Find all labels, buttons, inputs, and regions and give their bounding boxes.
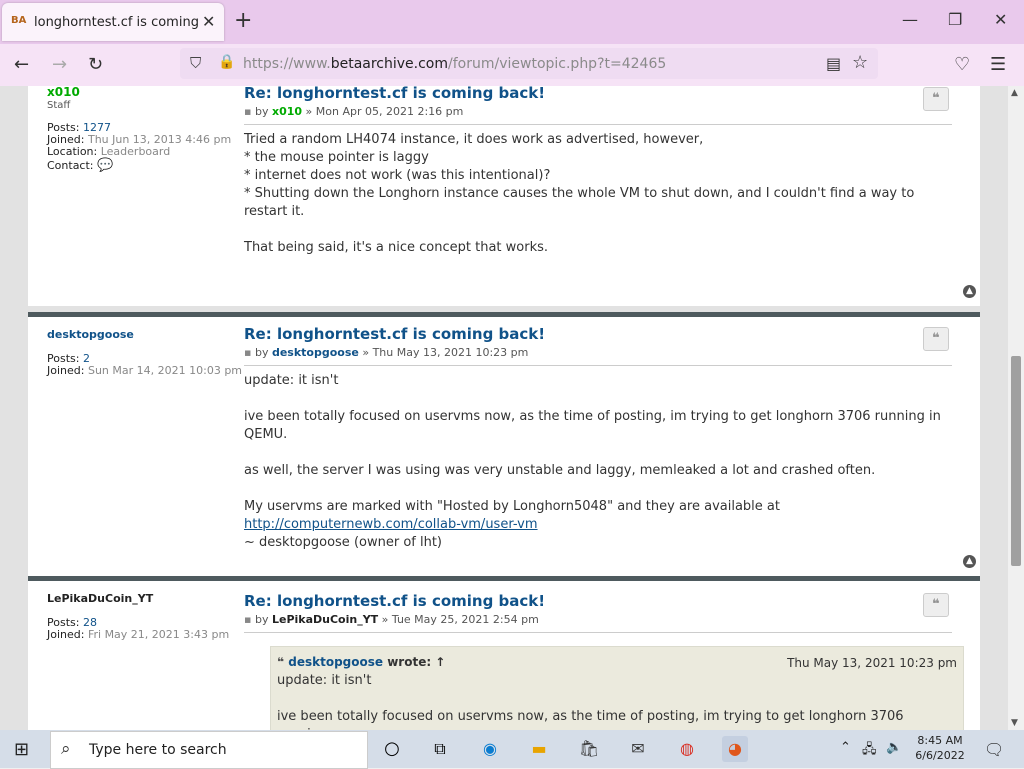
contact-icon[interactable]: 💬 <box>97 158 113 173</box>
new-tab-icon[interactable]: + <box>234 9 252 33</box>
post-content: Re: longhorntest.cf is coming back! ▪ by… <box>244 325 952 552</box>
scroll-up-icon[interactable]: ▲ <box>1011 88 1018 98</box>
post-content: Re: longhorntest.cf is coming back! ▪ by… <box>244 86 952 257</box>
post-author[interactable]: desktopgoose <box>272 346 359 359</box>
mail-icon[interactable]: ✉ <box>625 736 651 762</box>
task-view-icon[interactable]: ⧉ <box>427 736 453 762</box>
post-profile: LePikaDuCoin_YT Posts: 28 Joined: Fri Ma… <box>47 593 247 641</box>
username[interactable]: LePikaDuCoin_YT <box>47 593 247 605</box>
network-icon[interactable]: 🖧 <box>862 740 877 762</box>
post-meta: ▪ by x010 » Mon Apr 05, 2021 2:16 pm <box>244 105 952 125</box>
close-window-icon[interactable]: ✕ <box>994 10 1007 29</box>
post-lepikaducoin: LePikaDuCoin_YT Posts: 28 Joined: Fri Ma… <box>28 576 980 730</box>
post-x010: x010 Staff Posts: 1277 Joined: Thu Jun 1… <box>28 86 980 306</box>
user-rank: Staff <box>47 100 71 111</box>
pocket-icon[interactable]: ♡ <box>954 54 970 76</box>
url-text[interactable]: https://www.betaarchive.com/forum/viewto… <box>243 56 666 72</box>
location: Leaderboard <box>100 145 171 158</box>
back-to-top-icon[interactable]: ▲ <box>963 555 976 568</box>
notifications-icon[interactable]: 🗨 <box>984 740 1004 759</box>
joined-date: Sun Mar 14, 2021 10:03 pm <box>87 364 243 377</box>
post-body: update: it isn't ive been totally focuse… <box>244 372 952 552</box>
betaarchive-favicon-icon: BA <box>11 15 27 26</box>
reader-view-icon[interactable]: ▤ <box>826 54 841 73</box>
volume-icon[interactable]: 🔈 <box>886 740 902 755</box>
back-icon[interactable]: ← <box>14 54 29 76</box>
bookmark-star-icon[interactable]: ☆ <box>852 52 868 73</box>
chrome-icon[interactable]: ◍ <box>674 736 700 762</box>
username[interactable]: desktopgoose <box>47 329 247 341</box>
menu-icon[interactable]: ☰ <box>990 54 1006 76</box>
tab-bar: BA longhorntest.cf is coming back! - Bet… <box>0 0 1024 44</box>
browser-tab[interactable]: BA longhorntest.cf is coming back! - Bet… <box>2 3 224 41</box>
page-content: x010 Staff Posts: 1277 Joined: Thu Jun 1… <box>0 86 1024 730</box>
post-body: Tried a random LH4074 instance, it does … <box>244 132 915 255</box>
post-title[interactable]: Re: longhorntest.cf is coming back! <box>244 325 952 343</box>
firefox-icon[interactable]: ◕ <box>722 736 748 762</box>
search-icon: ⌕ <box>61 739 71 759</box>
windows-start-icon[interactable]: ⊞ <box>14 739 29 760</box>
signature: ~ desktopgoose (owner of lht) <box>244 535 442 550</box>
forward-icon[interactable]: → <box>52 54 67 76</box>
post-author[interactable]: x010 <box>272 105 302 118</box>
maximize-icon[interactable]: ❐ <box>948 10 962 29</box>
post-content: Re: longhorntest.cf is coming back! ▪ by… <box>244 592 952 633</box>
quote-cite: ❝ desktopgoose wrote: ↑ <box>277 655 446 669</box>
joined-date: Fri May 21, 2021 3:43 pm <box>87 628 230 641</box>
scroll-down-icon[interactable]: ▼ <box>1011 718 1018 728</box>
quote-date: Thu May 13, 2021 10:23 pm <box>787 656 957 670</box>
post-title[interactable]: Re: longhorntest.cf is coming back! <box>244 86 952 102</box>
quote-author[interactable]: desktopgoose <box>288 655 383 669</box>
quote-button[interactable]: ❝ <box>923 87 949 111</box>
file-explorer-icon[interactable]: ▬ <box>526 736 552 762</box>
reload-icon[interactable]: ↻ <box>88 54 103 76</box>
search-placeholder: Type here to search <box>89 742 227 758</box>
username[interactable]: x010 <box>47 86 247 98</box>
back-to-top-icon[interactable]: ▲ <box>963 285 976 298</box>
address-bar[interactable]: ⛉ 🔒 https://www.betaarchive.com/forum/vi… <box>180 48 878 79</box>
shield-icon[interactable]: ⛉ <box>190 54 201 72</box>
page-scrollbar[interactable]: ▲ ▼ <box>1008 86 1024 730</box>
post-meta: ▪ by desktopgoose » Thu May 13, 2021 10:… <box>244 346 952 366</box>
system-clock[interactable]: 8:45 AM 6/6/2022 <box>910 733 970 763</box>
quote-button[interactable]: ❝ <box>923 593 949 617</box>
quote-button[interactable]: ❝ <box>923 327 949 351</box>
close-tab-icon[interactable]: ✕ <box>202 12 215 31</box>
tab-title: longhorntest.cf is coming back! - BetaAr… <box>34 15 198 30</box>
post-icon[interactable]: ▪ <box>244 346 251 359</box>
post-meta: ▪ by LePikaDuCoin_YT » Tue May 25, 2021 … <box>244 613 952 633</box>
edge-icon[interactable]: ◉ <box>477 736 503 762</box>
post-author[interactable]: LePikaDuCoin_YT <box>272 613 378 626</box>
post-profile: desktopgoose Posts: 2 Joined: Sun Mar 14… <box>47 329 247 377</box>
taskbar-search[interactable]: ⌕ Type here to search <box>50 731 368 769</box>
post-icon[interactable]: ▪ <box>244 105 251 118</box>
show-hidden-icons-icon[interactable]: ⌃ <box>840 740 851 755</box>
store-icon[interactable]: 🛍 <box>576 736 602 762</box>
scrollbar-thumb[interactable] <box>1011 356 1021 566</box>
windows-taskbar: ⊞ ⌕ Type here to search ○ ⧉ ◉ ▬ 🛍 ✉ ◍ ◕ … <box>0 730 1024 769</box>
minimize-icon[interactable]: — <box>902 10 918 29</box>
uservm-link[interactable]: http://computernewb.com/collab-vm/user-v… <box>244 517 538 532</box>
post-desktopgoose: desktopgoose Posts: 2 Joined: Sun Mar 14… <box>28 312 980 577</box>
lock-icon[interactable]: 🔒 <box>218 54 235 70</box>
post-icon[interactable]: ▪ <box>244 613 251 626</box>
cortana-icon[interactable]: ○ <box>379 736 405 762</box>
post-title[interactable]: Re: longhorntest.cf is coming back! <box>244 592 952 610</box>
quote-block: ❝ desktopgoose wrote: ↑ Thu May 13, 2021… <box>270 646 964 730</box>
post-profile: x010 Staff Posts: 1277 Joined: Thu Jun 1… <box>47 86 247 172</box>
